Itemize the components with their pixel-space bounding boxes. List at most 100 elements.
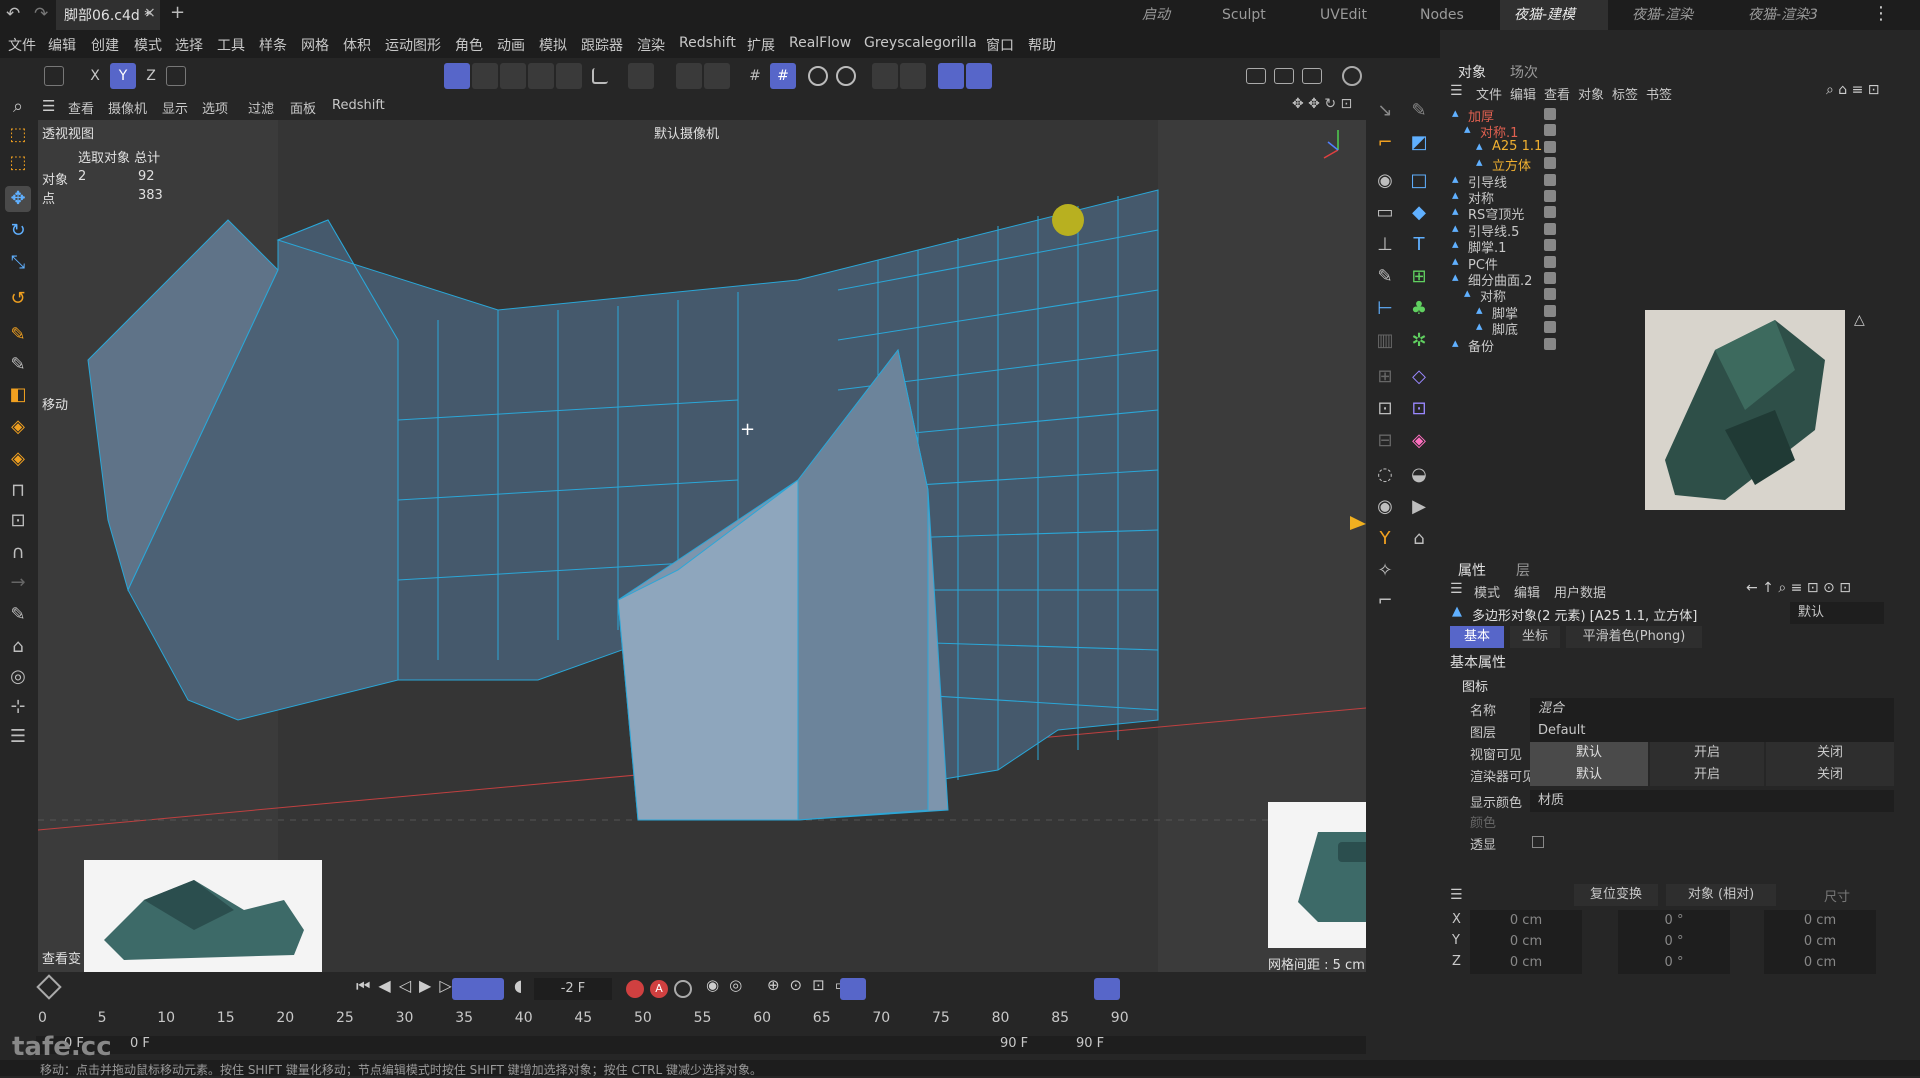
workplane-icon[interactable] [592,68,608,84]
settings-icon[interactable] [900,63,926,89]
render-settings-icon[interactable] [1302,68,1322,84]
position-field[interactable]: 0 cm [1470,952,1582,974]
vp-menu-view[interactable]: 查看 [68,98,94,117]
layout-tab-render3[interactable]: 夜猫-渲染3 [1748,2,1818,28]
fcurve-icon[interactable] [1094,978,1120,1000]
more-icon[interactable]: ⋮ [1872,3,1890,24]
object-tool-icon[interactable]: ◩ [1406,130,1432,156]
subtab-basic[interactable]: 基本 [1450,626,1504,648]
file-tab[interactable]: 脚部06.c4d * × [56,0,160,30]
menu-mode[interactable]: 模式 [134,35,162,55]
layer-swatch[interactable] [1544,239,1556,252]
bevel-icon[interactable]: ◈ [5,446,31,472]
rs-ipr-icon[interactable] [966,63,992,89]
layout-tab-uvedit[interactable]: UVEdit [1320,2,1367,28]
floor-icon[interactable]: ▭ [1372,200,1398,226]
menu-volume[interactable]: 体积 [343,35,371,55]
scale-field[interactable]: 0 cm [1764,910,1876,932]
layer-swatch[interactable] [1544,304,1556,317]
sky-icon[interactable]: ◒ [1406,462,1432,488]
points-mode-icon[interactable] [444,63,470,89]
menu-redshift[interactable]: Redshift [679,35,736,51]
position-field[interactable]: 0 cm [1470,931,1582,953]
menu-animate[interactable]: 动画 [497,35,525,55]
search-icon[interactable]: ⌕ [5,94,31,120]
layer-swatch[interactable] [1544,321,1556,334]
object-mode-icon[interactable] [556,63,582,89]
edges-mode-icon[interactable] [472,63,498,89]
light-icon[interactable]: ⌂ [1406,526,1432,552]
menu-simulate[interactable]: 模拟 [539,35,567,55]
menu-select[interactable]: 选择 [175,35,203,55]
attr-menu-mode[interactable]: 模式 [1474,582,1500,601]
layer-swatch[interactable] [1544,140,1556,153]
timeline-snap[interactable] [840,978,866,1000]
sound-icon[interactable]: ◖ [514,976,522,995]
split-icon[interactable]: ⊢ [1372,296,1398,322]
tab-objects[interactable]: 对象 [1458,62,1486,82]
menu-mograph[interactable]: 运动图形 [385,35,441,55]
camera-label[interactable]: 默认摄像机 [654,123,719,142]
editor-mode-icon[interactable] [44,66,64,86]
camera-icon[interactable]: ◉ [1372,168,1398,194]
layout-tab-render[interactable]: 夜猫-渲染 [1632,2,1693,28]
panel-icon[interactable]: ▥ [1372,328,1398,354]
range-start2[interactable]: 0 F [130,1036,150,1051]
render-off[interactable]: 关闭 [1766,764,1894,786]
layout-tab-nodes[interactable]: Nodes [1420,2,1464,28]
layer-swatch[interactable] [1544,337,1556,350]
menu-extensions[interactable]: 扩展 [747,35,775,55]
coord-system-icon[interactable] [166,66,186,86]
solo-icon[interactable] [628,63,654,89]
layout-tab-modeling[interactable]: 夜猫-建模 [1500,0,1608,30]
gear-icon[interactable]: ✲ [1406,328,1432,354]
grid-icon[interactable]: ⊞ [1372,364,1398,390]
obj-menu-bookmarks[interactable]: 书签 [1646,84,1672,103]
loop-toggle[interactable] [452,978,504,1000]
render-on[interactable]: 开启 [1650,764,1764,786]
menu-file[interactable]: 文件 [8,35,36,55]
coord-mode-dropdown[interactable]: 对象 (相对) [1666,884,1776,906]
subtab-coord[interactable]: 坐标 [1510,626,1560,648]
menu-tracker[interactable]: 跟踪器 [581,35,623,55]
layer-swatch[interactable] [1544,272,1556,284]
rotation-field[interactable]: 0 ° [1618,931,1730,953]
layer-swatch[interactable] [1544,255,1556,268]
range-end2[interactable]: 90 F [1076,1036,1104,1051]
vp-menu-camera[interactable]: 摄像机 [108,98,147,117]
vp-menu-options[interactable]: 选项 [202,98,228,117]
text-icon[interactable]: T [1406,232,1432,258]
coords-menu-icon[interactable]: ☰ [1450,887,1463,903]
layer-swatch[interactable] [1544,190,1556,202]
keymode-icon[interactable] [674,980,692,998]
vp-menu-panel[interactable]: 面板 [290,98,316,117]
layer-swatch[interactable] [1544,157,1556,170]
range-end[interactable]: 90 F [1000,1036,1028,1051]
import-icon[interactable]: ⊡ [1372,396,1398,422]
layer-swatch[interactable] [1544,173,1556,186]
magnet-tool-icon[interactable]: ∩ [5,540,31,566]
cube-icon[interactable]: ◆ [1406,200,1432,226]
layer-field[interactable]: Default [1530,720,1894,742]
field-icon[interactable]: ◈ [1406,428,1432,454]
current-frame[interactable]: -2 F [534,978,612,1000]
view-name[interactable]: 透视视图 [42,123,94,142]
video-icon[interactable]: ▶ [1406,494,1432,520]
menu-character[interactable]: 角色 [455,35,483,55]
obj-menu-object[interactable]: 对象 [1578,84,1604,103]
magnet-icon[interactable] [676,63,702,89]
menu-mesh[interactable]: 网格 [301,35,329,55]
vp-menu-display[interactable]: 显示 [162,98,188,117]
scale-field[interactable]: 0 cm [1764,931,1876,953]
range-bar[interactable]: 0 F 0 F 90 F 90 F [36,1036,1366,1054]
smooth-icon[interactable]: ◎ [5,664,31,690]
brush-icon[interactable]: ✎ [5,602,31,628]
slide-icon[interactable]: → [5,570,31,596]
hamburger-icon[interactable]: ☰ [42,97,55,115]
obj-menu-tags[interactable]: 标签 [1612,84,1638,103]
close-tab-icon[interactable]: × [144,5,156,21]
snap-icon[interactable]: # [770,63,796,89]
layer-swatch[interactable] [1544,108,1556,120]
layer-swatch[interactable] [1544,206,1556,219]
vis-off[interactable]: 关闭 [1766,742,1894,764]
